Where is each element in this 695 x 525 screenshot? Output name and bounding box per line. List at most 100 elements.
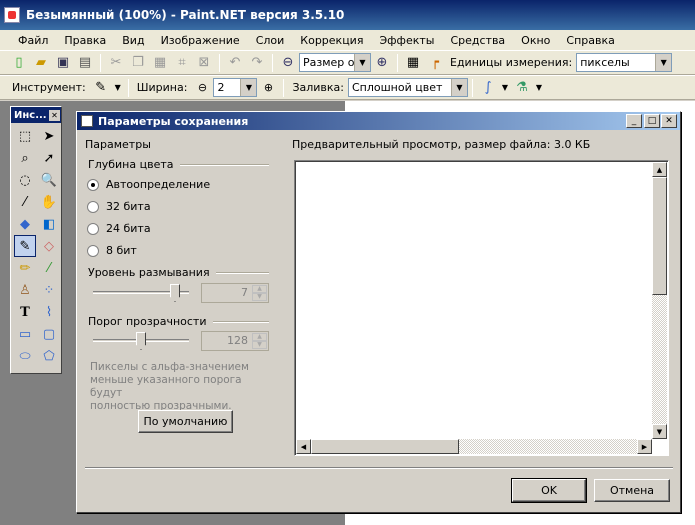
scroll-thumb-horizontal[interactable] [311,439,459,454]
print-icon[interactable]: ▤ [75,53,95,73]
recolor-icon[interactable]: ⁘ [38,279,60,301]
hint-line: меньше указанного порога будут [90,374,242,399]
horizontal-scrollbar[interactable]: ◀ ▶ [296,439,652,454]
menu-file[interactable]: Файл [10,34,56,47]
radio-8bit[interactable]: 8 бит [87,244,137,257]
text-icon[interactable]: T [14,301,36,323]
paintbrush-icon[interactable]: ✎ [14,235,36,257]
close-icon[interactable]: ✕ [661,114,677,128]
radio-button[interactable] [87,222,99,235]
radio-24bit[interactable]: 24 бита [87,222,151,235]
ok-button[interactable]: OK [511,478,587,503]
grid-icon[interactable]: ▦ [403,53,423,73]
color-picker-icon[interactable]: ⁄ [38,257,60,279]
menu-layers[interactable]: Слои [248,34,293,47]
magic-wand-icon[interactable]: ⁄ [14,191,36,213]
eraser-icon[interactable]: ◇ [38,235,60,257]
zoom-out-icon[interactable]: ⊖ [278,53,298,73]
cancel-button[interactable]: Отмена [594,479,670,502]
dither-slider[interactable] [93,284,189,302]
radio-button[interactable] [87,244,99,257]
hint-line: Пикселы с альфа-значением [90,361,249,373]
slider-thumb[interactable] [170,284,180,302]
scroll-up-icon[interactable]: ▲ [652,162,667,177]
chevron-down-icon[interactable]: ▼ [113,78,123,98]
menu-window[interactable]: Окно [513,34,558,47]
save-icon[interactable]: ▣ [53,53,73,73]
vertical-scrollbar[interactable]: ▲ ▼ [652,162,667,439]
spin-down-icon[interactable]: ▼ [252,341,267,349]
radio-8bit-label: 8 бит [106,244,137,257]
width-combo[interactable]: 2 ▼ [213,78,258,97]
scroll-thumb-vertical[interactable] [652,177,667,295]
pan-icon[interactable]: ✋ [38,191,60,213]
scroll-down-icon[interactable]: ▼ [652,424,667,439]
radio-32bit[interactable]: 32 бита [87,200,151,213]
cut-icon[interactable]: ✂ [106,53,126,73]
radio-button-checked[interactable] [87,178,99,191]
freeform-shape-icon[interactable]: ⬠ [38,345,60,367]
new-file-icon[interactable]: ▯ [9,53,29,73]
radio-auto-label: Автоопределение [106,178,211,191]
rounded-rectangle-icon[interactable]: ▢ [38,323,60,345]
slider-thumb[interactable] [136,332,146,350]
chevron-down-icon[interactable]: ▼ [240,79,257,96]
rectangle-select-icon[interactable]: ⬚ [14,125,36,147]
clone-stamp-icon[interactable]: ♙ [14,279,36,301]
radio-auto[interactable]: Автоопределение [87,178,210,191]
pencil-icon[interactable]: ✏ [14,257,36,279]
antialias-icon[interactable]: ∫ [478,78,498,98]
menu-adjustments[interactable]: Коррекция [292,34,371,47]
minimize-icon[interactable]: _ [626,114,642,128]
threshold-slider[interactable] [93,332,189,350]
radio-button[interactable] [87,200,99,213]
chevron-down-icon[interactable]: ▼ [500,78,510,98]
lasso-select-icon[interactable]: ⌕ [14,147,36,169]
move-selection-icon[interactable]: ➤ [38,125,60,147]
tool-options-toolbar: Инструмент: ✎ ▼ Ширина: ⊖ 2 ▼ ⊕ Заливка:… [0,75,695,100]
menu-effects[interactable]: Эффекты [371,34,442,47]
threshold-spinbox[interactable]: 128 ▲ ▼ [201,331,269,351]
zoom-in-icon[interactable]: ⊕ [372,53,392,73]
increase-width-icon[interactable]: ⊕ [258,78,278,98]
zoom-combo[interactable]: Размер окн ▼ [299,53,371,72]
open-file-icon[interactable]: ▰ [31,53,51,73]
zoom-icon[interactable]: 🔍 [38,169,60,191]
decrease-width-icon[interactable]: ⊖ [192,78,212,98]
fill-combo[interactable]: Сплошной цвет ▼ [347,78,468,97]
menu-help[interactable]: Справка [558,34,622,47]
dither-spinbox[interactable]: 7 ▲ ▼ [201,283,269,303]
chevron-down-icon[interactable]: ▼ [655,54,672,71]
ellipse-select-icon[interactable]: ◌ [14,169,36,191]
copy-icon[interactable]: ❐ [128,53,148,73]
paint-bucket-icon[interactable]: ◆ [14,213,36,235]
menu-edit[interactable]: Правка [56,34,114,47]
undo-icon[interactable]: ↶ [225,53,245,73]
scroll-left-icon[interactable]: ◀ [296,439,311,454]
maximize-icon[interactable]: □ [644,114,660,128]
spin-down-icon[interactable]: ▼ [252,293,267,301]
chevron-down-icon[interactable]: ▼ [354,54,370,71]
menu-view[interactable]: Вид [114,34,152,47]
units-combo[interactable]: пикселы ▼ [576,53,673,72]
paste-icon[interactable]: ▦ [150,53,170,73]
blend-mode-icon[interactable]: ⚗ [512,78,532,98]
rectangle-icon[interactable]: ▭ [14,323,36,345]
chevron-down-icon[interactable]: ▼ [450,79,467,96]
gradient-icon[interactable]: ◧ [38,213,60,235]
chevron-down-icon[interactable]: ▼ [534,78,544,98]
scroll-right-icon[interactable]: ▶ [637,439,652,454]
main-toolbar: ▯ ▰ ▣ ▤ ✂ ❐ ▦ ⌗ ⊠ ↶ ↷ ⊖ Размер окн ▼ ⊕ ▦… [0,50,695,75]
redo-icon[interactable]: ↷ [247,53,267,73]
ruler-icon[interactable]: ┍ [425,53,445,73]
deselect-icon[interactable]: ⊠ [194,53,214,73]
defaults-button[interactable]: По умолчанию [138,410,233,433]
menu-image[interactable]: Изображение [153,34,248,47]
crop-icon[interactable]: ⌗ [172,53,192,73]
close-icon[interactable]: ✕ [49,109,60,121]
move-selected-icon[interactable]: ➚ [38,147,60,169]
line-curve-icon[interactable]: ⌇ [38,301,60,323]
brush-icon[interactable]: ✎ [91,78,111,98]
menu-utilities[interactable]: Средства [442,34,513,47]
ellipse-icon[interactable]: ⬭ [14,345,36,367]
